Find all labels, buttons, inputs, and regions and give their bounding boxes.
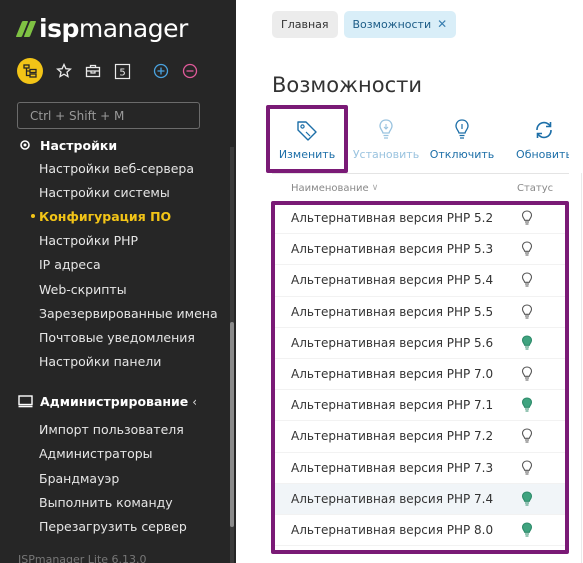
sidebar-section-administration[interactable]: Администрирование ‹ bbox=[0, 390, 236, 414]
close-icon[interactable]: ✕ bbox=[437, 11, 447, 38]
toolbar: Изменить Установить Отключить Обновить bbox=[272, 112, 583, 172]
sidebar-item-web-server-settings[interactable]: Настройки веб-сервера bbox=[0, 156, 236, 180]
edit-button-label: Изменить bbox=[278, 148, 336, 161]
disable-button[interactable]: Отключить bbox=[429, 112, 495, 172]
column-header-status[interactable]: Статус bbox=[517, 183, 553, 194]
row-name: Альтернативная версия PHP 7.3 bbox=[291, 460, 494, 475]
tag-edit-icon bbox=[295, 118, 319, 142]
bulb-off-status-icon bbox=[512, 460, 542, 476]
minus-circle-icon[interactable] bbox=[179, 60, 201, 82]
sidebar-section-settings[interactable]: Настройки bbox=[0, 134, 236, 156]
features-table: Наименование ∨ Статус Альтернативная вер… bbox=[272, 173, 583, 547]
row-name: Альтернативная версия PHP 5.3 bbox=[291, 242, 494, 257]
edit-button[interactable]: Изменить bbox=[272, 112, 342, 172]
sidebar-item-ip-addresses[interactable]: IP адреса bbox=[0, 253, 236, 277]
settings-icon bbox=[18, 138, 34, 152]
sidebar-item-panel-settings[interactable]: Настройки панели bbox=[0, 350, 236, 374]
breadcrumb-home[interactable]: Главная bbox=[272, 11, 338, 38]
sort-chevron-icon: ∨ bbox=[371, 183, 379, 193]
disable-button-label: Отключить bbox=[429, 148, 495, 161]
briefcase-icon[interactable] bbox=[82, 60, 104, 82]
install-button[interactable]: Установить bbox=[342, 112, 430, 172]
table-row[interactable]: Альтернативная версия PHP 7.4 bbox=[272, 483, 583, 515]
sidebar-section-label: Настройки bbox=[40, 137, 118, 153]
sidebar-section-label: Администрирование bbox=[40, 394, 189, 410]
table-row[interactable]: Альтернативная версия PHP 7.1 bbox=[272, 390, 583, 422]
table-row[interactable]: Альтернативная версия PHP 7.0 bbox=[272, 359, 583, 391]
main-content: Главная Возможности ✕ Возможности Измени… bbox=[236, 0, 583, 563]
bulb-off-status-icon bbox=[512, 428, 542, 444]
tree-structure-icon[interactable] bbox=[17, 58, 43, 84]
install-button-label: Установить bbox=[352, 148, 420, 161]
table-row[interactable]: Альтернативная версия PHP 5.2 bbox=[272, 203, 583, 235]
breadcrumb-current-label: Возможности bbox=[352, 18, 432, 31]
table-row[interactable]: Альтернативная версия PHP 5.5 bbox=[272, 297, 583, 328]
sidebar-item-system-settings[interactable]: Настройки системы bbox=[0, 180, 236, 204]
svg-text:5: 5 bbox=[119, 67, 125, 78]
sidebar-item-mail-notifications[interactable]: Почтовые уведомления bbox=[0, 325, 236, 349]
sidebar-item-administrators[interactable]: Администраторы bbox=[0, 442, 236, 466]
number-badge-icon[interactable]: 5 bbox=[111, 60, 133, 82]
row-name: Альтернативная версия PHP 5.2 bbox=[291, 211, 494, 226]
table-row[interactable]: Альтернативная версия PHP 5.3 bbox=[272, 234, 583, 266]
row-name: Альтернативная версия PHP 8.0 bbox=[291, 522, 494, 537]
sidebar-item-web-scripts[interactable]: Web-скрипты bbox=[0, 277, 236, 301]
column-header-name-label: Наименование bbox=[291, 182, 369, 194]
column-header-name[interactable]: Наименование ∨ bbox=[272, 183, 517, 194]
version-footer: ISPmanager Lite 6.13.0 bbox=[18, 553, 147, 563]
sidebar-item-user-import[interactable]: Импорт пользователя bbox=[0, 418, 236, 442]
refresh-button-label: Обновить bbox=[516, 148, 572, 161]
logo[interactable]: ispmanager bbox=[15, 14, 188, 43]
table-row[interactable]: Альтернативная версия PHP 5.6 bbox=[272, 328, 583, 359]
row-name: Альтернативная версия PHP 7.0 bbox=[291, 367, 494, 382]
bulb-on-status-icon bbox=[512, 491, 542, 507]
table-body: Альтернативная версия PHP 5.2 Альтернатив… bbox=[272, 203, 583, 547]
breadcrumb: Главная Возможности ✕ bbox=[272, 11, 462, 38]
row-name: Альтернативная версия PHP 5.5 bbox=[291, 304, 494, 319]
bulb-off-status-icon bbox=[512, 210, 542, 226]
sidebar-item-firewall[interactable]: Брандмауэр bbox=[0, 466, 236, 490]
bulb-off-status-icon bbox=[512, 272, 542, 288]
sidebar-item-reboot-server[interactable]: Перезагрузить сервер bbox=[0, 514, 236, 538]
refresh-icon bbox=[533, 118, 555, 142]
right-edge bbox=[569, 0, 583, 563]
sidebar-item-run-command[interactable]: Выполнить команду bbox=[0, 490, 236, 514]
logo-mark-icon bbox=[15, 20, 37, 38]
star-icon[interactable] bbox=[53, 60, 75, 82]
bulb-off-status-icon bbox=[512, 304, 542, 320]
breadcrumb-current[interactable]: Возможности ✕ bbox=[343, 11, 457, 38]
bulb-on-status-icon bbox=[512, 522, 542, 538]
sidebar: ispmanager 5 Настройки Настройки bbox=[0, 0, 236, 563]
bulb-on-icon bbox=[377, 118, 395, 142]
bulb-off-icon bbox=[453, 118, 471, 142]
table-row[interactable]: Альтернативная версия PHP 8.0 bbox=[272, 515, 583, 547]
scrollbar-thumb[interactable] bbox=[230, 322, 234, 527]
bulb-off-status-icon bbox=[512, 366, 542, 382]
sidebar-scrollbar[interactable] bbox=[230, 147, 234, 563]
table-row[interactable]: Альтернативная версия PHP 5.4 bbox=[272, 265, 583, 297]
plus-circle-icon[interactable] bbox=[150, 60, 172, 82]
bulb-on-status-icon bbox=[512, 335, 542, 351]
chevron-left-icon: ‹ bbox=[192, 394, 198, 409]
table-row[interactable]: Альтернативная версия PHP 7.2 bbox=[272, 421, 583, 453]
logo-text: ispmanager bbox=[39, 14, 188, 43]
bulb-off-status-icon bbox=[512, 241, 542, 257]
row-name: Альтернативная версия PHP 5.6 bbox=[291, 335, 494, 350]
page-title: Возможности bbox=[272, 73, 423, 97]
sidebar-item-php-settings[interactable]: Настройки PHP bbox=[0, 229, 236, 253]
row-name: Альтернативная версия PHP 7.1 bbox=[291, 398, 494, 413]
sidebar-nav: Настройки Настройки веб-сервера Настройк… bbox=[0, 134, 236, 539]
table-header: Наименование ∨ Статус bbox=[272, 173, 583, 203]
monitor-icon bbox=[18, 395, 34, 409]
row-name: Альтернативная версия PHP 7.2 bbox=[291, 429, 494, 444]
sidebar-item-reserved-names[interactable]: Зарезервированные имена bbox=[0, 301, 236, 325]
table-row[interactable]: Альтернативная версия PHP 7.3 bbox=[272, 453, 583, 484]
bulb-on-status-icon bbox=[512, 397, 542, 413]
sidebar-item-software-config[interactable]: Конфигурация ПО bbox=[0, 204, 236, 228]
menu-search-input[interactable] bbox=[17, 102, 200, 129]
row-name: Альтернативная версия PHP 5.4 bbox=[291, 273, 494, 288]
row-name: Альтернативная версия PHP 7.4 bbox=[291, 491, 494, 506]
quick-access-bar: 5 bbox=[17, 58, 208, 84]
